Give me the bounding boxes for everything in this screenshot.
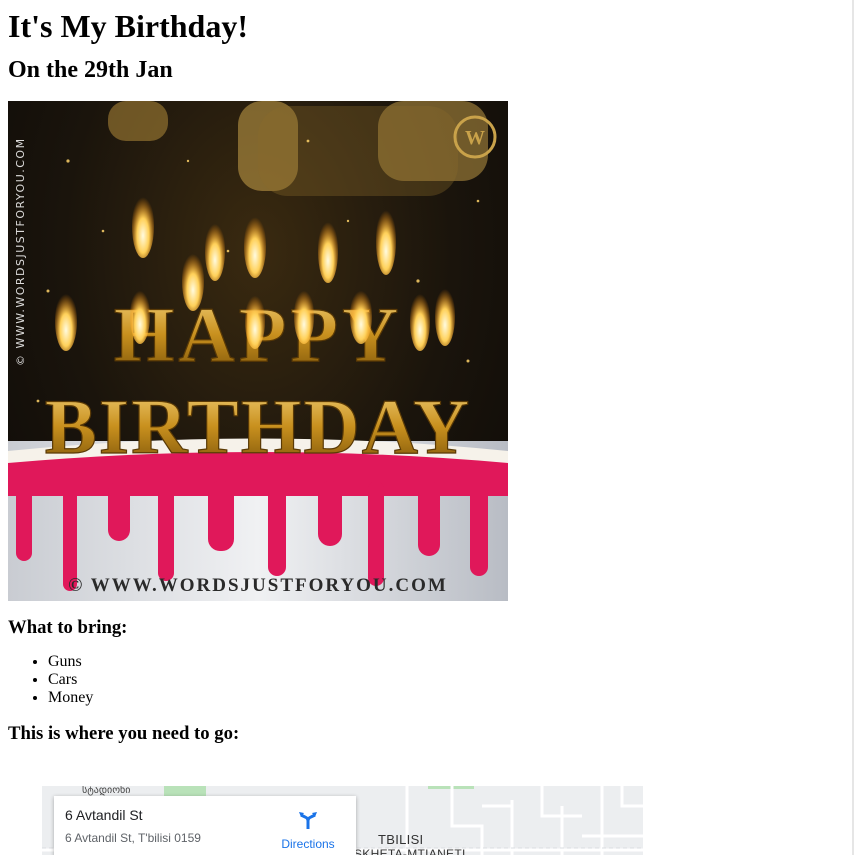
page-title: It's My Birthday!: [8, 8, 248, 44]
map-place-label: სტადიონი: [82, 786, 131, 796]
bring-heading: What to bring:: [8, 617, 128, 638]
logo-letter: W: [465, 127, 485, 149]
page: It's My Birthday! On the 29th Jan BIRTHD…: [0, 0, 854, 767]
place-name: 6 Avtandil St: [65, 807, 143, 823]
location-heading: This is where you need to go:: [8, 723, 240, 744]
place-address: 6 Avtandil St, T'bilisi 0159: [65, 831, 201, 845]
map-region-label: SKHETA-MTIANETI: [354, 847, 466, 855]
party-date: On the 29th Jan: [8, 57, 173, 83]
side-watermark: © WWW.WORDSJUSTFORYOU.COM: [14, 137, 27, 366]
list-item: Cars: [48, 671, 846, 689]
embedded-map[interactable]: სტადიონი TBILISI SKHETA-MTIANETI 6 Avtan…: [42, 786, 643, 855]
map-city-label: TBILISI: [378, 832, 424, 847]
list-item: Guns: [48, 653, 846, 671]
directions-arrow-icon: [299, 812, 317, 829]
place-card: 6 Avtandil St 6 Avtandil St, T'bilisi 01…: [54, 796, 356, 855]
list-item: Money: [48, 689, 846, 707]
birthday-cake-image: HAPPY BIRTHDAY © WWW.WORDSJUSTFORYOU.COM: [8, 101, 508, 601]
birthday-candle-text: BIRTHDAY: [45, 383, 472, 470]
bottom-watermark: © WWW.WORDSJUSTFORYOU.COM: [68, 575, 448, 596]
bring-list: Guns Cars Money: [8, 653, 846, 707]
directions-button[interactable]: Directions: [278, 810, 338, 851]
cake-illustration: HAPPY BIRTHDAY © WWW.WORDSJUSTFORYOU.COM: [8, 101, 508, 601]
directions-label: Directions: [281, 837, 335, 851]
